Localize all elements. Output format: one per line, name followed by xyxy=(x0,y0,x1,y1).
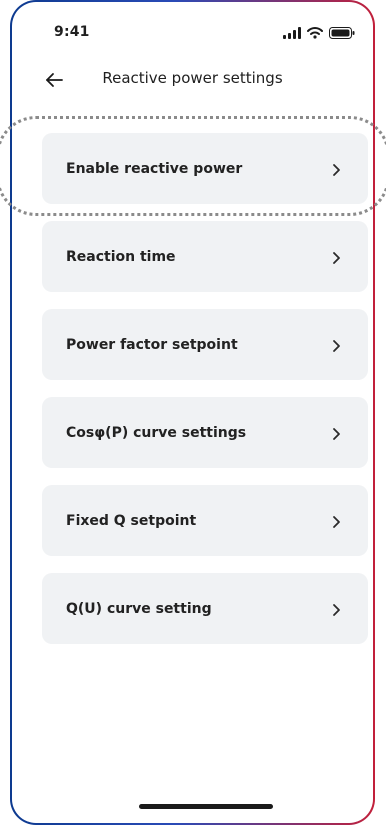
device-frame: 9:41 Reactive power settings Enable reac… xyxy=(10,0,375,825)
menu-item-enable-reactive-power[interactable]: Enable reactive power xyxy=(42,133,368,204)
page-header: Reactive power settings xyxy=(12,60,373,100)
status-icons xyxy=(283,24,355,43)
menu-item-reaction-time[interactable]: Reaction time xyxy=(42,221,368,292)
chevron-right-icon xyxy=(329,162,343,176)
home-indicator[interactable] xyxy=(139,804,273,809)
chevron-right-icon xyxy=(329,338,343,352)
chevron-right-icon xyxy=(329,514,343,528)
menu-item-label: Cosφ(P) curve settings xyxy=(66,424,247,441)
wifi-icon xyxy=(307,24,323,43)
menu-item-label: Power factor setpoint xyxy=(66,336,238,353)
status-time: 9:41 xyxy=(54,24,90,40)
menu-item-cosphi-curve-settings[interactable]: Cosφ(P) curve settings xyxy=(42,397,368,468)
phone-screen: 9:41 Reactive power settings Enable reac… xyxy=(12,2,373,823)
settings-menu: Enable reactive power Reaction time Powe… xyxy=(42,133,368,661)
signal-icon xyxy=(283,24,301,43)
menu-item-label: Q(U) curve setting xyxy=(66,600,212,617)
page-title: Reactive power settings xyxy=(102,69,283,87)
menu-item-fixed-q-setpoint[interactable]: Fixed Q setpoint xyxy=(42,485,368,556)
menu-item-qu-curve-setting[interactable]: Q(U) curve setting xyxy=(42,573,368,644)
menu-item-label: Fixed Q setpoint xyxy=(66,512,197,529)
menu-item-power-factor-setpoint[interactable]: Power factor setpoint xyxy=(42,309,368,380)
chevron-right-icon xyxy=(329,250,343,264)
menu-item-label: Enable reactive power xyxy=(66,160,243,177)
status-bar: 9:41 xyxy=(12,2,373,60)
chevron-right-icon xyxy=(329,426,343,440)
battery-icon xyxy=(329,24,355,43)
menu-item-label: Reaction time xyxy=(66,248,176,265)
chevron-right-icon xyxy=(329,602,343,616)
